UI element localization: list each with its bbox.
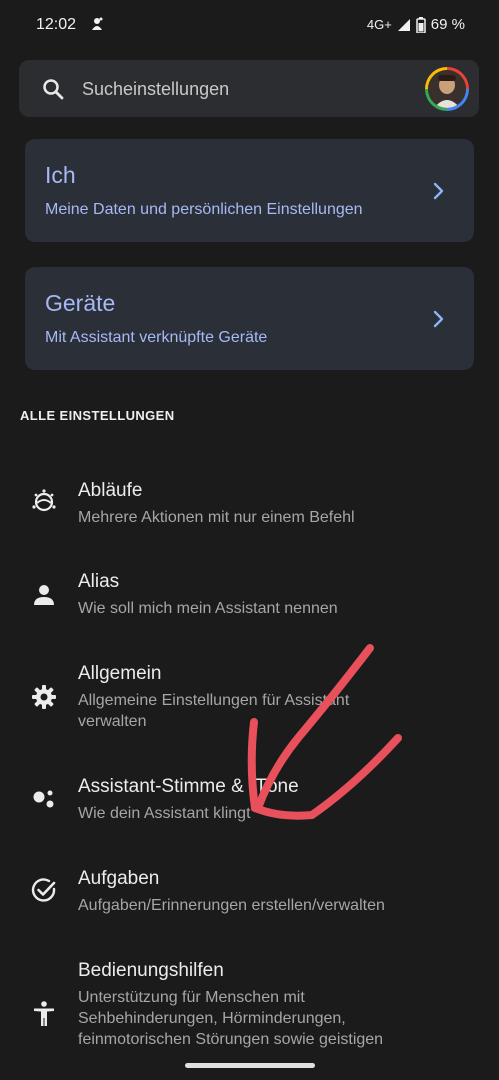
settings-item-assistant-voice[interactable]: Assistant-Stimme & -Töne Wie dein Assist…: [0, 776, 499, 846]
person-icon: [34, 585, 54, 605]
card-me[interactable]: Ich Meine Daten und persönlichen Einstel…: [25, 139, 474, 242]
chevron-right-icon: [433, 182, 444, 200]
settings-item-subtitle: Allgemeine Einstellungen für Assistant v…: [78, 692, 350, 730]
search-bar[interactable]: Sucheinstellungen: [19, 60, 479, 117]
settings-item-subtitle: Aufgaben/Erinnerungen erstellen/verwalte…: [78, 897, 385, 914]
settings-item-subtitle: Unterstützung für Menschen mit Sehbehind…: [78, 989, 384, 1048]
card-me-subtitle: Meine Daten und persönlichen Einstellung…: [45, 201, 363, 218]
search-placeholder: Sucheinstellungen: [82, 79, 230, 99]
settings-item-subtitle: Mehrere Aktionen mit nur einem Befehl: [78, 509, 355, 526]
routines-icon: [32, 489, 56, 512]
settings-item-subtitle: Wie soll mich mein Assistant nennen: [78, 600, 338, 617]
settings-item-general[interactable]: Allgemein Allgemeine Einstellungen für A…: [0, 663, 499, 743]
card-me-title: Ich: [45, 162, 76, 188]
avatar-image: [428, 70, 466, 108]
accessibility-icon: [34, 1001, 54, 1026]
gear-icon: [32, 685, 56, 709]
notification-icon: [92, 17, 103, 30]
status-indicators: 4G+ 69 %: [367, 16, 465, 33]
home-indicator[interactable]: [185, 1063, 315, 1068]
account-avatar[interactable]: [425, 67, 469, 111]
settings-item-title: Alias: [78, 571, 120, 592]
chevron-right-icon: [433, 310, 444, 328]
signal-icon: [397, 18, 410, 31]
settings-item-title: Abläufe: [78, 480, 143, 501]
settings-item-title: Allgemein: [78, 663, 162, 684]
settings-item-title: Aufgaben: [78, 868, 160, 889]
status-bar: 12:02 4G+ 69 %: [0, 0, 499, 50]
network-label: 4G+: [366, 17, 392, 32]
battery-icon: [416, 16, 426, 33]
settings-item-title: Bedienungshilfen: [78, 960, 224, 981]
settings-item-title: Assistant-Stimme & -Töne: [78, 776, 299, 797]
check-circle-icon: [31, 878, 56, 902]
card-devices-title: Geräte: [45, 290, 116, 316]
section-header-all-settings: ALLE EINSTELLUNGEN: [20, 408, 175, 423]
search-icon: [43, 79, 64, 100]
battery-percentage: 69 %: [430, 16, 465, 33]
settings-item-subtitle: Wie dein Assistant klingt: [78, 805, 251, 822]
card-devices-subtitle: Mit Assistant verknüpfte Geräte: [45, 329, 268, 346]
status-time: 12:02: [36, 16, 77, 33]
settings-item-accessibility[interactable]: Bedienungshilfen Unterstützung für Mensc…: [0, 960, 499, 1060]
card-devices[interactable]: Geräte Mit Assistant verknüpfte Geräte: [25, 267, 474, 370]
settings-item-alias[interactable]: Alias Wie soll mich mein Assistant nenne…: [0, 571, 499, 641]
assistant-icon: [33, 790, 54, 808]
settings-item-routines[interactable]: Abläufe Mehrere Aktionen mit nur einem B…: [0, 480, 499, 550]
settings-item-tasks[interactable]: Aufgaben Aufgaben/Erinnerungen erstellen…: [0, 868, 499, 938]
